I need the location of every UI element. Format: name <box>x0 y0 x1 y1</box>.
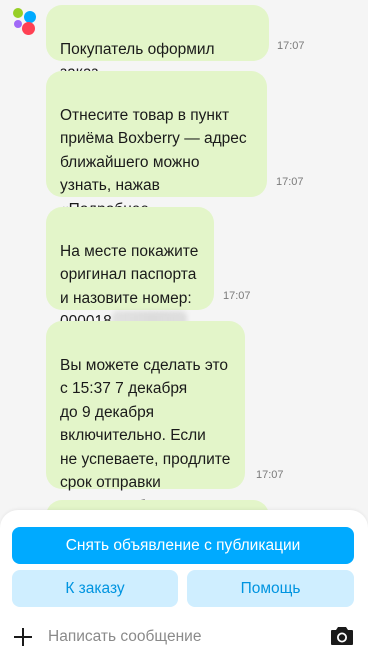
message-bubble: Отнесите товар в пункт приёма Boxberry —… <box>46 71 267 241</box>
message-time: 17:07 <box>276 176 304 188</box>
message-bubble: Вы можете сделать это с 15:37 7 декабря … <box>46 321 245 510</box>
message-input[interactable] <box>48 623 318 651</box>
message-composer <box>0 618 368 657</box>
avatar-dot <box>14 20 22 28</box>
message-time: 17:07 <box>223 290 251 302</box>
message-text: Вы можете сделать это с 15:37 7 декабря … <box>60 356 231 511</box>
camera-icon[interactable] <box>330 626 354 646</box>
message-time: 17:07 <box>277 40 305 52</box>
message-bubble-partial <box>46 500 269 510</box>
unpublish-button[interactable]: Снять объявление с публикации <box>12 527 354 564</box>
chat-history: Покупатель оформил заказ 🎉 17:07 Отнесит… <box>0 0 368 510</box>
avatar <box>10 6 38 35</box>
message-text: На месте покажите оригинал паспорта и на… <box>60 242 199 307</box>
to-order-button[interactable]: К заказу <box>12 570 178 607</box>
avatar-dot <box>13 8 23 18</box>
avatar-dot <box>22 22 35 35</box>
help-button[interactable]: Помощь <box>187 570 354 607</box>
message-bubble: Покупатель оформил заказ 🎉 <box>46 5 269 105</box>
plus-icon[interactable] <box>14 628 32 646</box>
bottom-panel: Снять объявление с публикации К заказу П… <box>0 510 368 657</box>
message-time: 17:07 <box>256 469 284 481</box>
message-bubble: На месте покажите оригинал паспорта и на… <box>46 207 214 330</box>
